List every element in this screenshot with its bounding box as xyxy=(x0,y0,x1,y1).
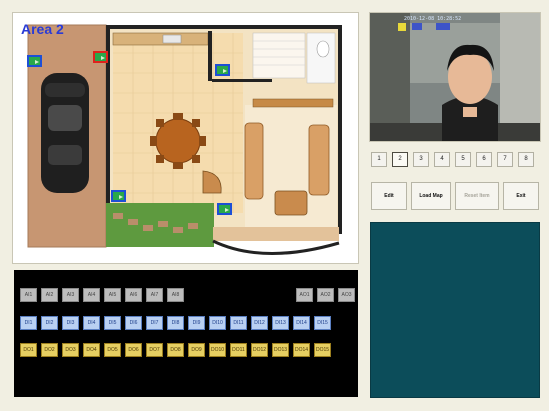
digital-input-button-9[interactable]: DI9 xyxy=(188,316,205,330)
digital-output-button-8[interactable]: DO8 xyxy=(167,343,184,357)
digital-input-button-3[interactable]: DI3 xyxy=(62,316,79,330)
dining-table xyxy=(150,113,206,169)
digital-output-button-14[interactable]: DO14 xyxy=(293,343,310,357)
digital-output-button-9[interactable]: DO9 xyxy=(188,343,205,357)
floor-map-panel[interactable]: Area 2 xyxy=(12,12,359,264)
digital-input-button-14[interactable]: DI14 xyxy=(293,316,310,330)
digital-input-button-4[interactable]: DI4 xyxy=(83,316,100,330)
digital-input-button-10[interactable]: DI10 xyxy=(209,316,226,330)
analog-input-button-7[interactable]: AI7 xyxy=(146,288,163,302)
channel-button-1[interactable]: 1 xyxy=(371,152,387,167)
camera-icon[interactable] xyxy=(217,203,232,215)
digital-input-button-1[interactable]: DI1 xyxy=(20,316,37,330)
device-status-panel: AI1 AI2 AI3 AI4 AI5 AI6 AI7 AI8 AO1 AO2 AO3 DI1 DI2… xyxy=(14,270,358,397)
analog-input-button-3[interactable]: AI3 xyxy=(62,288,79,302)
sofa-left xyxy=(244,122,264,200)
digital-input-button-13[interactable]: DI13 xyxy=(272,316,289,330)
interior-wall-2 xyxy=(212,79,272,82)
channel-button-4[interactable]: 4 xyxy=(434,152,450,167)
camera-icon[interactable] xyxy=(215,64,230,76)
live-video-view[interactable]: 2010-12-08 10:28:52 xyxy=(369,12,541,142)
analog-input-button-4[interactable]: AI4 xyxy=(83,288,100,302)
camera-icon[interactable] xyxy=(111,190,126,202)
digital-input-button-6[interactable]: DI6 xyxy=(125,316,142,330)
digital-input-button-12[interactable]: DI12 xyxy=(251,316,268,330)
digital-output-button-5[interactable]: DO5 xyxy=(104,343,121,357)
digital-input-button-5[interactable]: DI5 xyxy=(104,316,121,330)
channel-button-2[interactable]: 2 xyxy=(392,152,408,167)
kitchen-sink xyxy=(162,34,182,44)
analog-output-button-1[interactable]: AO1 xyxy=(296,288,313,302)
channel-button-3[interactable]: 3 xyxy=(413,152,429,167)
channel-selector: 12345678 xyxy=(371,152,541,168)
bathroom xyxy=(306,32,336,84)
digital-output-button-6[interactable]: DO6 xyxy=(125,343,142,357)
camera-icon[interactable] xyxy=(27,55,42,67)
digital-output-button-10[interactable]: DO10 xyxy=(209,343,226,357)
video-osd-timestamp: 2010-12-08 10:28:52 xyxy=(404,16,462,22)
arched-wall xyxy=(212,239,340,255)
analog-input-button-5[interactable]: AI5 xyxy=(104,288,121,302)
digital-input-button-2[interactable]: DI2 xyxy=(41,316,58,330)
toilet xyxy=(316,40,330,58)
map-area-title: Area 2 xyxy=(21,21,64,37)
channel-button-5[interactable]: 5 xyxy=(455,152,471,167)
digital-output-button-3[interactable]: DO3 xyxy=(62,343,79,357)
kitchen-counter xyxy=(112,32,209,46)
digital-output-button-12[interactable]: DO12 xyxy=(251,343,268,357)
digital-output-button-1[interactable]: DO1 xyxy=(20,343,37,357)
analog-output-button-3[interactable]: AO3 xyxy=(338,288,355,302)
digital-output-button-7[interactable]: DO7 xyxy=(146,343,163,357)
sofa-right xyxy=(308,124,330,196)
stairs xyxy=(252,32,306,79)
digital-output-button-11[interactable]: DO11 xyxy=(230,343,247,357)
event-info-panel xyxy=(370,222,540,398)
channel-button-7[interactable]: 7 xyxy=(497,152,513,167)
digital-output-button-2[interactable]: DO2 xyxy=(41,343,58,357)
digital-input-button-8[interactable]: DI8 xyxy=(167,316,184,330)
digital-input-button-15[interactable]: DI15 xyxy=(314,316,331,330)
analog-input-button-2[interactable]: AI2 xyxy=(41,288,58,302)
living-room-shelf xyxy=(252,98,334,108)
analog-input-button-1[interactable]: AI1 xyxy=(20,288,37,302)
camera-feed-image xyxy=(370,13,540,141)
analog-output-button-2[interactable]: AO2 xyxy=(317,288,334,302)
camera-icon-selected[interactable] xyxy=(93,51,108,63)
edit-button[interactable]: Edit xyxy=(371,182,407,210)
exit-button[interactable]: Exit xyxy=(503,182,539,210)
digital-input-button-11[interactable]: DI11 xyxy=(230,316,247,330)
digital-output-button-4[interactable]: DO4 xyxy=(83,343,100,357)
digital-input-button-7[interactable]: DI7 xyxy=(146,316,163,330)
patio xyxy=(213,227,339,241)
digital-output-button-15[interactable]: DO15 xyxy=(314,343,331,357)
interior-wall xyxy=(208,31,212,81)
channel-button-6[interactable]: 6 xyxy=(476,152,492,167)
reset-item-button: Reset Item xyxy=(455,182,499,210)
map-control-bar: Edit Load Map Reset Item Exit xyxy=(369,182,541,212)
analog-input-button-8[interactable]: AI8 xyxy=(167,288,184,302)
channel-button-8[interactable]: 8 xyxy=(518,152,534,167)
digital-output-button-13[interactable]: DO13 xyxy=(272,343,289,357)
analog-input-button-6[interactable]: AI6 xyxy=(125,288,142,302)
car-image xyxy=(41,73,89,193)
floor-plan-map xyxy=(27,24,342,255)
load-map-button[interactable]: Load Map xyxy=(411,182,451,210)
coffee-table xyxy=(274,190,308,216)
